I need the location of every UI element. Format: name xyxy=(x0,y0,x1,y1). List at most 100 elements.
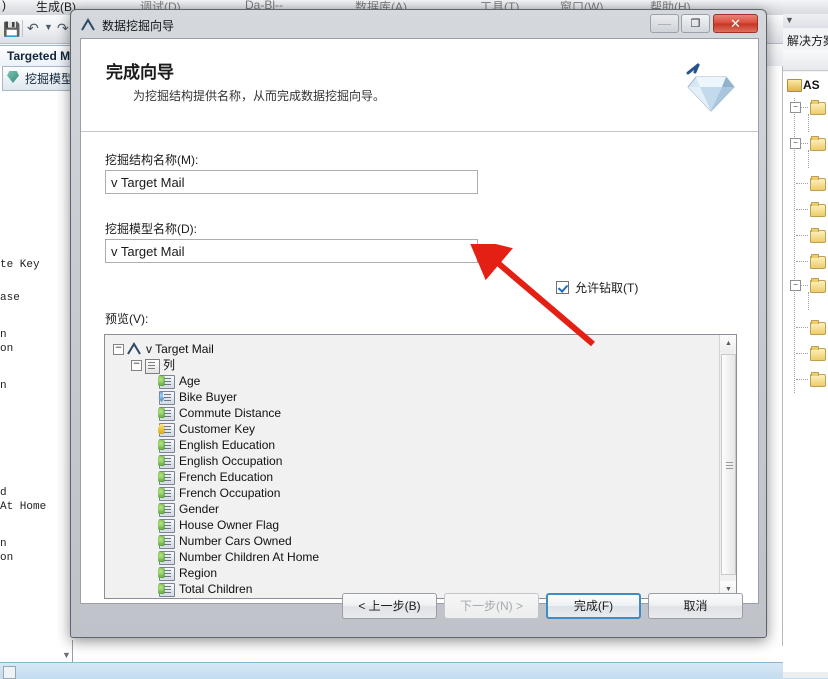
tree-node-column[interactable]: Number Cars Owned xyxy=(113,533,718,549)
column-key-icon xyxy=(158,423,175,437)
tree-node-column[interactable]: Number Children At Home xyxy=(113,549,718,565)
checkbox-indicator[interactable] xyxy=(556,281,569,294)
folder-icon[interactable] xyxy=(810,320,826,335)
redo-icon[interactable]: ↷ xyxy=(57,20,69,37)
data-mining-wizard-dialog: 数据挖掘向导 — ❐ ✕ 完成向导 为挖掘结构提供名称，从而完成数据挖掘向导。 xyxy=(70,9,767,638)
tree-node-column[interactable]: French Education xyxy=(113,469,718,485)
preview-tree-panel[interactable]: − v Target Mail − 列 Age Bike Buyer Commute… xyxy=(104,334,737,599)
column-input-icon xyxy=(158,519,175,533)
page-subtitle: 为挖掘结构提供名称，从而完成数据挖掘向导。 xyxy=(133,89,386,103)
tree-node-column[interactable]: Age xyxy=(113,373,718,389)
folder-icon[interactable] xyxy=(810,100,826,115)
dialog-body: 完成向导 为挖掘结构提供名称，从而完成数据挖掘向导。 挖掘结构名称(M): 挖掘… xyxy=(80,38,759,604)
tree-node-column[interactable]: Gender xyxy=(113,501,718,517)
column-input-icon xyxy=(158,407,175,421)
column-input-icon xyxy=(158,455,175,469)
expander-icon[interactable]: − xyxy=(113,344,124,355)
tab-targeted-mailing[interactable]: Targeted M xyxy=(0,45,80,66)
scrollbar-thumb[interactable] xyxy=(721,354,736,575)
column-predict-icon xyxy=(158,391,175,405)
undo-dropdown-icon[interactable]: ▼ xyxy=(44,22,53,32)
undo-icon[interactable]: ↶ xyxy=(27,20,39,37)
tree-node-label: French Education xyxy=(179,470,274,484)
allow-drillthrough-checkbox[interactable]: 允许钻取(T) xyxy=(556,279,638,296)
solution-icon xyxy=(787,79,802,92)
dialog-title: 数据挖掘向导 xyxy=(102,19,175,33)
dialog-header: 完成向导 为挖掘结构提供名称，从而完成数据挖掘向导。 xyxy=(81,39,758,132)
tree-node-label: v Target Mail xyxy=(146,342,214,356)
tree-node-label: Age xyxy=(179,374,201,388)
column-usage-marker xyxy=(158,392,165,402)
column-input-icon xyxy=(158,487,175,501)
tree-node-columns[interactable]: − 列 xyxy=(113,357,718,374)
maximize-icon: ❐ xyxy=(690,18,701,30)
scroll-up-icon[interactable]: ▲ xyxy=(720,335,736,352)
finish-button[interactable]: 完成(F) xyxy=(546,593,641,619)
solution-explorer-pane: ▼ 解决方案 AS − − xyxy=(783,0,828,678)
expander-icon[interactable]: − xyxy=(131,360,142,371)
column-usage-marker xyxy=(158,376,165,386)
scrollbar-grip-icon xyxy=(726,461,733,469)
preview-tree: − v Target Mail − 列 Age Bike Buyer Commute… xyxy=(105,335,718,598)
folder-icon[interactable] xyxy=(810,202,826,217)
tree-node-column[interactable]: French Occupation xyxy=(113,485,718,501)
tree-node-column[interactable]: Commute Distance xyxy=(113,405,718,421)
model-name-input[interactable] xyxy=(105,239,478,263)
tree-node-label: Customer Key xyxy=(179,422,256,436)
cancel-button[interactable]: 取消 xyxy=(648,593,743,619)
structure-name-label: 挖掘结构名称(M): xyxy=(105,153,199,167)
folder-icon[interactable] xyxy=(810,254,826,269)
preview-scrollbar[interactable]: ▲ ▼ xyxy=(719,335,736,598)
solution-tree: AS − − − xyxy=(783,72,828,672)
splitter[interactable] xyxy=(72,640,73,662)
column-input-icon xyxy=(158,503,175,517)
column-usage-marker xyxy=(158,488,165,498)
column-usage-marker xyxy=(158,552,165,562)
minimize-icon: — xyxy=(658,16,671,31)
wizard-icon xyxy=(80,17,96,33)
folder-icon[interactable] xyxy=(810,228,826,243)
tree-node-column[interactable]: English Education xyxy=(113,437,718,453)
menu-item-partial[interactable]: ) xyxy=(2,0,6,12)
tree-node-label: French Occupation xyxy=(179,486,281,500)
tree-node-label: Bike Buyer xyxy=(179,390,238,404)
maximize-button[interactable]: ❐ xyxy=(681,14,710,33)
folder-icon[interactable] xyxy=(810,372,826,387)
allow-drillthrough-label: 允许钻取(T) xyxy=(575,281,639,295)
tree-node-label: 列 xyxy=(163,358,176,372)
chevron-down-icon[interactable]: ▼ xyxy=(62,650,71,660)
tree-node-label: Gender xyxy=(179,502,220,516)
tree-node-root[interactable]: − v Target Mail xyxy=(113,341,718,357)
folder-icon[interactable] xyxy=(810,176,826,191)
tree-node-label: Number Children At Home xyxy=(179,550,320,564)
chevron-down-icon[interactable]: ▼ xyxy=(785,15,794,25)
column-input-icon xyxy=(158,375,175,389)
column-usage-marker xyxy=(158,568,165,578)
column-usage-marker xyxy=(158,536,165,546)
solution-explorer-scrollbar[interactable] xyxy=(783,672,828,678)
column-input-icon xyxy=(158,551,175,565)
close-button[interactable]: ✕ xyxy=(713,14,758,33)
dialog-title-bar[interactable]: 数据挖掘向导 — ❐ ✕ xyxy=(71,10,766,40)
tree-node-column[interactable]: English Occupation xyxy=(113,453,718,469)
minimize-button[interactable]: — xyxy=(650,14,679,33)
column-usage-marker xyxy=(158,408,165,418)
tree-node-column[interactable]: House Owner Flag xyxy=(113,517,718,533)
save-all-icon[interactable]: 💾 xyxy=(3,21,20,38)
column-input-icon xyxy=(158,439,175,453)
back-button[interactable]: < 上一步(B) xyxy=(342,593,437,619)
folder-icon[interactable] xyxy=(810,136,826,151)
solution-root-label[interactable]: AS xyxy=(803,78,820,92)
solution-explorer-title: 解决方案 xyxy=(787,34,828,48)
tree-node-label: English Occupation xyxy=(179,454,283,468)
column-usage-marker xyxy=(158,520,165,530)
tree-node-column[interactable]: Customer Key xyxy=(113,421,718,437)
preview-label: 预览(V): xyxy=(105,312,149,326)
tree-node-label: Commute Distance xyxy=(179,406,282,420)
folder-icon[interactable] xyxy=(810,278,826,293)
column-usage-marker xyxy=(158,472,165,482)
tree-node-column[interactable]: Bike Buyer xyxy=(113,389,718,405)
structure-name-input[interactable] xyxy=(105,170,478,194)
folder-icon[interactable] xyxy=(810,346,826,361)
mining-structure-icon xyxy=(127,342,141,356)
